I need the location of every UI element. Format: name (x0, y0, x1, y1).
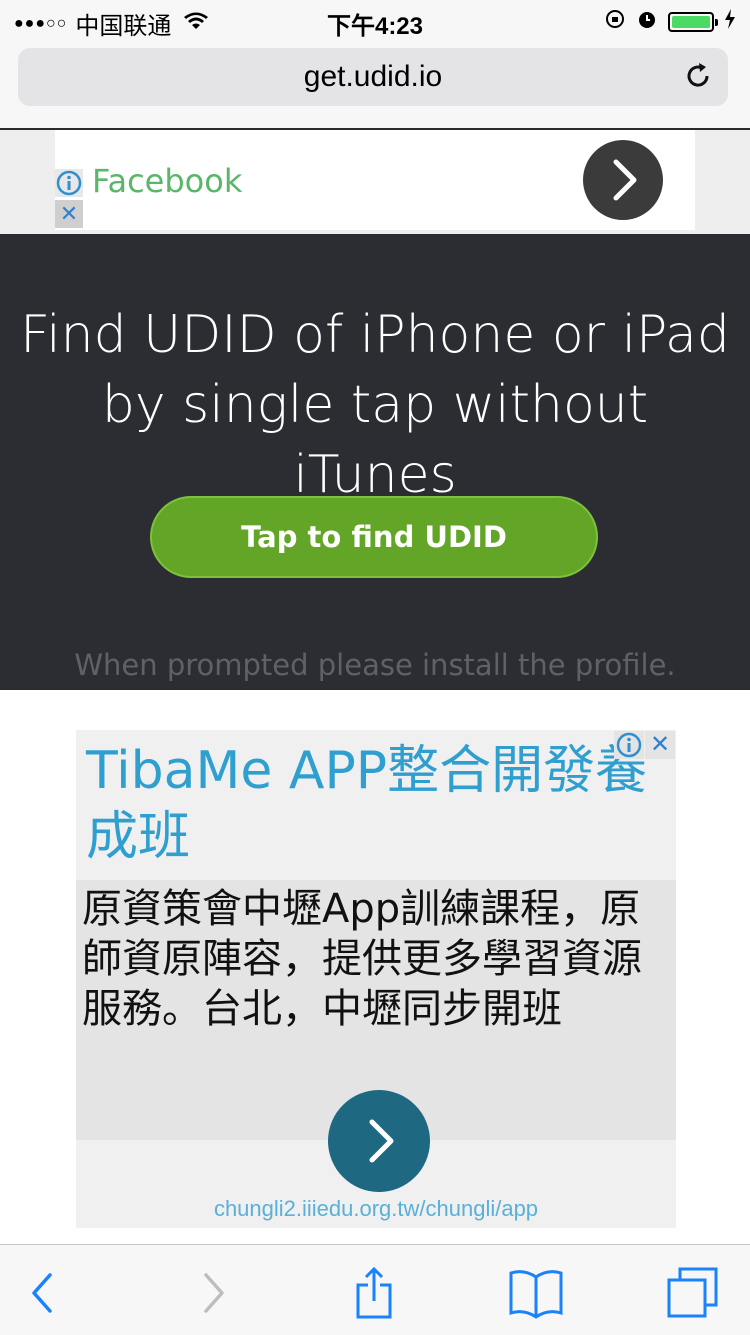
orientation-lock-icon (604, 8, 626, 36)
install-profile-hint: When prompted please install the profile… (74, 648, 676, 682)
bottom-ad-close-icon[interactable]: ✕ (645, 731, 675, 759)
address-bar[interactable]: get.udid.io (18, 48, 728, 106)
page-title-line-1: Find UDID of iPhone or iPad (20, 305, 730, 365)
top-ad-chevron-right-icon[interactable] (583, 140, 663, 220)
bottom-ad[interactable]: TibaMe APP整合開發養成班 原資策會中壢App訓練課程，原師資原陣容，提… (76, 730, 676, 1228)
reload-icon[interactable] (680, 58, 716, 94)
charging-icon (724, 9, 736, 35)
share-icon[interactable] (348, 1266, 400, 1319)
browser-address-area: get.udid.io (0, 40, 750, 130)
forward-chevron-icon[interactable] (186, 1267, 238, 1319)
bottom-ad-info-icon[interactable] (614, 731, 644, 759)
page-title-line-2: by single tap without iTunes (101, 375, 649, 505)
bottom-ad-url[interactable]: chungli2.iiiedu.org.tw/chungli/app (76, 1196, 676, 1222)
bookmarks-icon[interactable] (508, 1267, 564, 1319)
browser-toolbar (0, 1244, 750, 1335)
status-right (604, 8, 736, 36)
page-title: Find UDID of iPhone or iPad by single ta… (20, 300, 730, 510)
bottom-ad-body-text: 原資策會中壢App訓練課程，原師資原陣容，提供更多學習資源服務。台北，中壢同步開… (82, 886, 642, 1032)
url-text[interactable]: get.udid.io (18, 60, 728, 94)
hero-section: Find UDID of iPhone or iPad by single ta… (0, 234, 750, 690)
battery-icon (668, 12, 718, 32)
ad-close-icon[interactable]: ✕ (55, 200, 83, 228)
bottom-ad-headline[interactable]: TibaMe APP整合開發養成班 (86, 738, 666, 870)
top-ad-label[interactable]: Facebook (92, 162, 242, 200)
tabs-icon[interactable] (666, 1267, 718, 1319)
find-udid-button[interactable]: Tap to find UDID (150, 496, 598, 578)
status-bar: ●●●○○ 中国联通 下午4:23 (0, 0, 750, 40)
back-chevron-icon[interactable] (18, 1267, 70, 1319)
alarm-icon (636, 8, 658, 36)
bottom-ad-chevron-right-icon[interactable] (328, 1090, 430, 1192)
ad-info-icon[interactable] (55, 169, 83, 197)
